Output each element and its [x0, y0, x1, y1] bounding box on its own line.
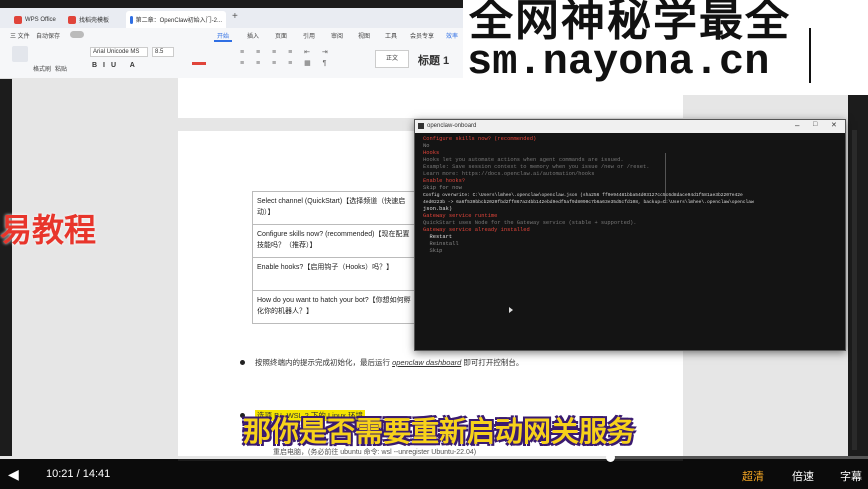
- bullet-text: 即可打开控制台。: [463, 358, 524, 367]
- wps-logo-icon: [14, 15, 22, 24]
- table-cell: Select channel (QuickStart)【选择频道（快速启动）】: [252, 191, 417, 225]
- quality-button[interactable]: 超清: [742, 468, 764, 484]
- current-time: 10:21: [46, 468, 74, 480]
- total-time: 14:41: [82, 468, 111, 480]
- terminal-line: No: [423, 143, 430, 149]
- video-subtitle: 那你是否需要重新启动网关服务: [243, 410, 635, 450]
- progress-handle[interactable]: [606, 453, 615, 462]
- paste-label[interactable]: 粘贴: [55, 64, 67, 73]
- bullet-text: 按照终端内的提示完成初始化，最后运行: [255, 358, 390, 367]
- menu-insert[interactable]: 插入: [247, 31, 259, 40]
- terminal-line: QuickStart uses Node for the Gateway ser…: [423, 220, 637, 226]
- table-row: Configure skills now? (recommended)【现在配置…: [252, 224, 417, 258]
- format-painter-icon[interactable]: [12, 46, 28, 62]
- time-display: 10:21 / 14:41: [46, 468, 110, 480]
- document-icon: [130, 15, 133, 24]
- terminal-line: Gateway service already installed: [423, 227, 530, 233]
- tab-label: 找稻壳模板: [79, 18, 110, 24]
- menu-review[interactable]: 审阅: [331, 31, 343, 40]
- video-control-bar: ◀ 10:21 / 14:41 超清 倍速 字幕: [0, 453, 868, 489]
- watermark-box: 全网神秘学最全 sm.nayona.cn: [463, 0, 868, 95]
- paragraph-tools[interactable]: ≡ ≡ ≡ ≡ ⇤ ⇥ ≡ ≡ ≡ ≡ ▦ ¶: [240, 48, 360, 70]
- time-separator: /: [76, 468, 80, 480]
- tab-wps-office[interactable]: WPS Office: [10, 11, 62, 28]
- table-cell: How do you want to hatch your bot?【你想如何孵…: [252, 290, 417, 324]
- terminal-option-restart[interactable]: Restart: [423, 234, 754, 241]
- font-size-select[interactable]: 8.5: [152, 47, 174, 57]
- subtitle-part1: 那你是否需要重新启动: [243, 416, 524, 447]
- close-icon[interactable]: ✕: [831, 121, 837, 129]
- terminal-line: Example: Save session context to memory …: [423, 164, 650, 170]
- progress-fill: [0, 456, 610, 459]
- text-caret: [809, 28, 811, 83]
- left-overlay-text: 易教程: [0, 212, 97, 248]
- terminal-output: Configure skills now? (recommended) No H…: [423, 136, 754, 255]
- terminal-option-skip[interactable]: Skip: [423, 248, 754, 255]
- wizard-table: Select channel (QuickStart)【选择频道（快速启动）】 …: [252, 191, 417, 324]
- terminal-line: Learn more: https://docs.openclaw.ai/aut…: [423, 171, 595, 177]
- menu-home[interactable]: 开始: [217, 31, 229, 40]
- terminal-line: Gateway service runtime: [423, 213, 498, 219]
- table-row: Enable hooks?【启用钩子（Hooks）吗？】: [252, 257, 417, 291]
- font-name-select[interactable]: Arial Unicode MS: [90, 47, 148, 57]
- terminal-line: json.bak): [423, 206, 453, 212]
- menu-efficiency[interactable]: 效率: [446, 31, 458, 40]
- wizard-table-wrapper: Select channel (QuickStart)【选择频道（快速启动）】 …: [252, 191, 417, 324]
- font-color-bar: [192, 62, 206, 65]
- menu-tools[interactable]: 工具: [385, 31, 397, 40]
- minimize-icon[interactable]: –: [795, 121, 799, 130]
- tab-label: WPS Office: [25, 16, 56, 23]
- tab-label: 第二章：OpenClaw初始入门-2...: [135, 18, 222, 24]
- menu-autosave[interactable]: 自动保存: [36, 31, 60, 40]
- terminal-line: Hooks: [423, 150, 440, 156]
- format-painter-label: 格式刷: [33, 67, 52, 73]
- terminal-line: Configure skills now? (recommended): [423, 136, 537, 142]
- terminal-line: Hooks let you automate actions when agen…: [423, 157, 624, 163]
- menu-member[interactable]: 会员专享: [410, 31, 434, 40]
- speed-button[interactable]: 倍速: [792, 468, 814, 484]
- bullet-init-instructions: 按照终端内的提示完成初始化，最后运行 openclaw dashboard 即可…: [255, 357, 523, 368]
- terminal-icon: [418, 123, 424, 129]
- terminal-titlebar: openclaw-onboard – □ ✕: [415, 120, 845, 133]
- template-icon: [68, 15, 76, 24]
- captions-button[interactable]: 字幕: [840, 468, 862, 484]
- terminal-line: Enable hooks?: [423, 178, 466, 184]
- terminal-line: Config overwrite: C:\Users\lmhee\.opencl…: [423, 193, 743, 198]
- terminal-option-reinstall[interactable]: Reinstall: [423, 241, 754, 248]
- tab-document[interactable]: 第二章：OpenClaw初始入门-2...: [126, 11, 226, 28]
- new-tab-button[interactable]: +: [232, 11, 238, 22]
- dashboard-command: openclaw dashboard: [392, 358, 462, 367]
- table-cell: Enable hooks?【启用钩子（Hooks）吗？】: [252, 257, 417, 291]
- style-normal[interactable]: 正文: [375, 50, 409, 68]
- table-row: How do you want to hatch your bot?【你想如何孵…: [252, 290, 417, 324]
- watermark-url: sm.nayona.cn: [467, 38, 770, 86]
- menu-page[interactable]: 页面: [275, 31, 287, 40]
- menu-file[interactable]: 三 文件: [10, 31, 30, 40]
- text-format-buttons[interactable]: BIU A: [92, 62, 141, 69]
- autosave-toggle[interactable]: [70, 31, 84, 38]
- bullet-dot: [240, 360, 245, 365]
- document-scrollbar[interactable]: [852, 130, 857, 450]
- tab-template[interactable]: 找稻壳模板: [64, 11, 124, 28]
- mouse-cursor-icon: [509, 307, 513, 313]
- menu-references[interactable]: 引用: [303, 31, 315, 40]
- subtitle-part2: 网关服务: [523, 416, 636, 447]
- maximize-icon[interactable]: □: [813, 121, 817, 128]
- terminal-line: 4ed0223b -> 6a6f539bbcb2020fbd2ff867a24b…: [423, 200, 754, 205]
- volume-icon[interactable]: ◀: [8, 466, 19, 483]
- table-cell: Configure skills now? (recommended)【现在配置…: [252, 224, 417, 258]
- style-heading-1[interactable]: 标题 1: [418, 52, 449, 68]
- terminal-line: Skip for now: [423, 185, 462, 191]
- menu-view[interactable]: 视图: [358, 31, 370, 40]
- table-row: Select channel (QuickStart)【选择频道（快速启动）】: [252, 191, 417, 225]
- terminal-title: openclaw-onboard: [427, 123, 477, 129]
- terminal-window[interactable]: openclaw-onboard – □ ✕ Configure skills …: [414, 119, 846, 351]
